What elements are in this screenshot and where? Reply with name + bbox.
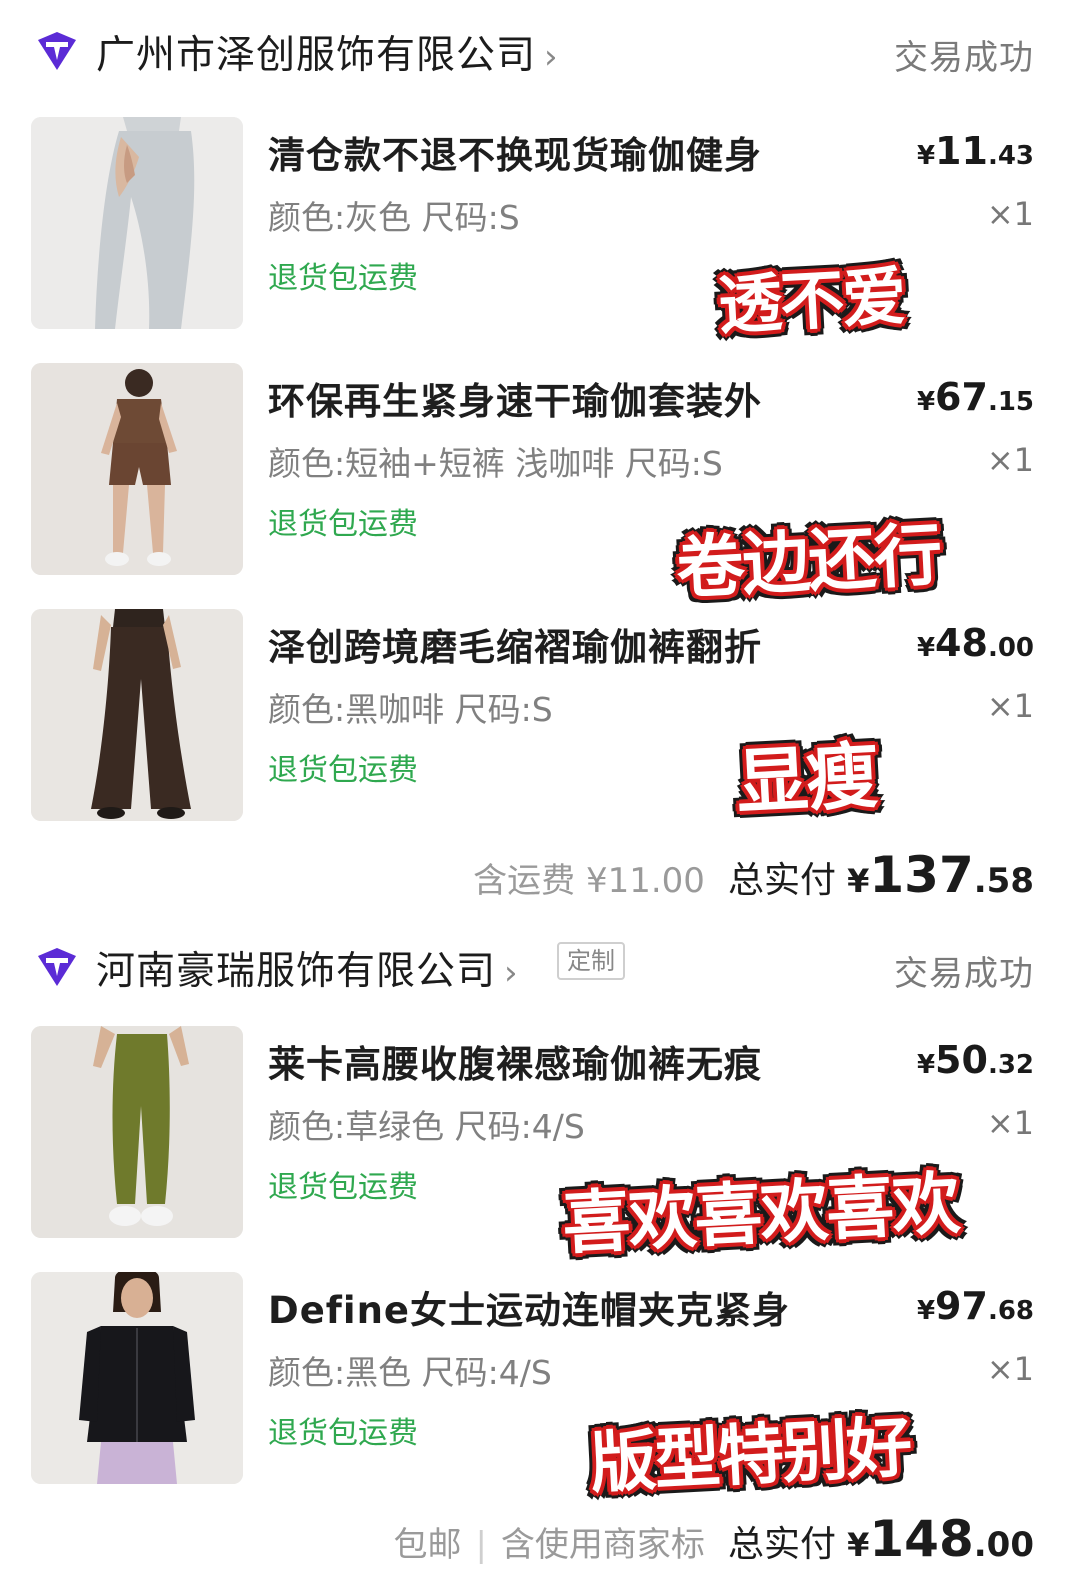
product-quantity: ×1 — [986, 1104, 1034, 1142]
shop-card-1: 广州市泽创服饰有限公司 › 交易成功 清仓款不退不换现货瑜伽健身 颜色:灰色 尺码… — [0, 0, 1080, 920]
product-spec: 颜色:黑咖啡 尺码:S — [268, 690, 553, 729]
review-sticker: 显瘦 — [734, 733, 879, 825]
order-summary: 含运费 ¥11.00 总实付 ¥137.58 — [473, 846, 1034, 904]
chevron-right-icon: › — [544, 37, 559, 77]
return-shipping-tag: 退货包运费 — [268, 753, 418, 788]
order-item[interactable]: Define女士运动连帽夹克紧身 颜色:黑色 尺码:4/S 退货包运费 ¥97.… — [0, 1272, 1080, 1486]
order-item[interactable]: 清仓款不退不换现货瑜伽健身 颜色:灰色 尺码:S 退货包运费 ¥11.43 ×1 — [0, 117, 1080, 331]
review-sticker: 透不爱 — [716, 260, 907, 344]
product-quantity: ×1 — [986, 1350, 1034, 1388]
product-title[interactable]: Define女士运动连帽夹克紧身 — [268, 1280, 790, 1334]
product-image[interactable] — [31, 1026, 243, 1238]
product-spec: 颜色:草绿色 尺码:4/S — [268, 1107, 585, 1146]
return-shipping-tag: 退货包运费 — [268, 1416, 418, 1451]
product-quantity: ×1 — [986, 687, 1034, 725]
order-item[interactable]: 泽创跨境磨毛缩褶瑜伽裤翻折 颜色:黑咖啡 尺码:S 退货包运费 ¥48.00 ×… — [0, 609, 1080, 823]
total-label: 总实付 — [728, 1524, 837, 1565]
product-price: ¥11.43 — [916, 129, 1034, 173]
product-spec: 颜色:黑色 尺码:4/S — [268, 1353, 552, 1392]
order-status: 交易成功 — [894, 954, 1034, 994]
shipping-note: 含运费 ¥11.00 — [473, 861, 705, 901]
product-price: ¥67.15 — [916, 375, 1034, 419]
product-image[interactable] — [31, 117, 243, 329]
flare-pants-photo-icon — [31, 609, 243, 821]
product-price: ¥97.68 — [916, 1284, 1034, 1328]
black-jacket-photo-icon — [31, 1272, 243, 1484]
product-price: ¥50.32 — [916, 1038, 1034, 1082]
product-image[interactable] — [31, 363, 243, 575]
product-spec: 颜色:灰色 尺码:S — [268, 198, 520, 237]
total-amount: 148 — [869, 1510, 974, 1568]
product-title[interactable]: 莱卡高腰收腹裸感瑜伽裤无痕 — [268, 1034, 762, 1088]
shop-name[interactable]: 广州市泽创服饰有限公司 › — [96, 24, 559, 80]
custom-badge: 定制 — [557, 942, 625, 980]
product-title[interactable]: 清仓款不退不换现货瑜伽健身 — [268, 125, 762, 179]
product-spec: 颜色:短袖+短裤 浅咖啡 尺码:S — [268, 444, 723, 483]
product-image[interactable] — [31, 609, 243, 821]
return-shipping-tag: 退货包运费 — [268, 261, 418, 296]
review-sticker: 卷边还行 — [674, 516, 943, 609]
shop-card-2: 河南豪瑞服饰有限公司 › 定制 交易成功 莱卡高腰收腹裸感瑜伽裤无痕 颜色:草绿色… — [0, 916, 1080, 1585]
merchant-label-note: 含使用商家标 — [500, 1525, 705, 1565]
product-image[interactable] — [31, 1272, 243, 1484]
grey-leggings-photo-icon — [31, 117, 243, 329]
divider: | — [475, 1525, 487, 1565]
shop-header[interactable]: 广州市泽创服饰有限公司 › 交易成功 — [0, 0, 1080, 90]
return-shipping-tag: 退货包运费 — [268, 1170, 418, 1205]
return-shipping-tag: 退货包运费 — [268, 507, 418, 542]
order-summary: 包邮 | 含使用商家标 总实付 ¥148.00 — [393, 1510, 1034, 1568]
product-title[interactable]: 泽创跨境磨毛缩褶瑜伽裤翻折 — [268, 617, 762, 671]
total-label: 总实付 — [728, 860, 837, 901]
product-title[interactable]: 环保再生紧身速干瑜伽套装外 — [268, 371, 762, 425]
store-logo-icon — [38, 32, 76, 70]
chevron-right-icon: › — [504, 953, 519, 993]
brown-shorts-set-photo-icon — [31, 363, 243, 575]
shop-name[interactable]: 河南豪瑞服饰有限公司 › — [96, 940, 519, 996]
green-leggings-photo-icon — [31, 1026, 243, 1238]
order-status: 交易成功 — [894, 38, 1034, 78]
shop-header[interactable]: 河南豪瑞服饰有限公司 › 定制 交易成功 — [0, 916, 1080, 1006]
review-sticker: 版型特别好 — [588, 1408, 913, 1503]
product-quantity: ×1 — [986, 195, 1034, 233]
total-amount: 137 — [869, 846, 974, 904]
shipping-note: 包邮 — [393, 1525, 462, 1565]
product-quantity: ×1 — [986, 441, 1034, 479]
review-sticker: 喜欢喜欢喜欢 — [560, 1164, 961, 1265]
product-price: ¥48.00 — [916, 621, 1034, 665]
store-logo-icon — [38, 948, 76, 986]
